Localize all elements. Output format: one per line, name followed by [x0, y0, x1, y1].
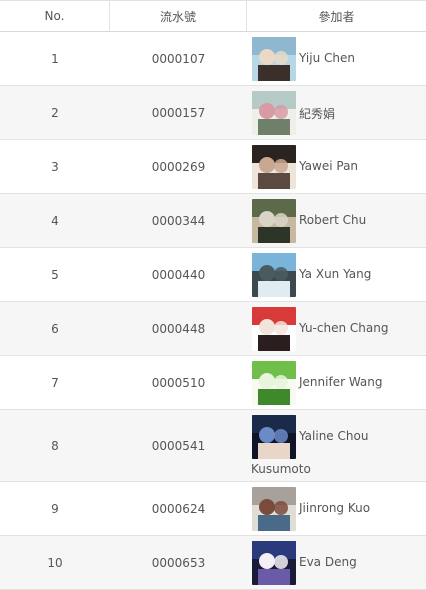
table-row: 7 0000510 Jennifer Wang [0, 356, 426, 410]
cell-serial: 0000344 [151, 213, 206, 228]
cell-serial: 0000624 [151, 501, 206, 516]
cell-no: 5 [51, 267, 59, 282]
avatar-temple-gate-icon[interactable] [252, 487, 296, 531]
cell-participant: Jennifer Wang [247, 356, 426, 409]
participant-name[interactable]: Robert Chu [299, 213, 366, 227]
table-row: 1 0000107 Yiju Chen [0, 32, 426, 86]
table-header: No. 流水號 參加者 [0, 1, 426, 32]
table-row: 10 0000653 Eva Deng [0, 536, 426, 590]
participant-name[interactable]: 紀秀娟 [299, 105, 335, 122]
avatar-sculpture-sky-icon[interactable] [252, 253, 296, 297]
participant-name[interactable]: Yawei Pan [299, 159, 358, 173]
participant-name[interactable]: Ya Xun Yang [299, 267, 371, 281]
cell-serial: 0000157 [151, 105, 206, 120]
table-row: 9 0000624 Jiinrong Kuo [0, 482, 426, 536]
cell-no: 9 [51, 501, 59, 516]
cell-no: 4 [51, 213, 59, 228]
cell-serial: 0000653 [151, 555, 206, 570]
participant-name[interactable]: Eva Deng [299, 555, 357, 569]
table-row: 6 0000448 Yu-chen Chang [0, 302, 426, 356]
cell-no: 10 [47, 555, 63, 570]
cell-no: 2 [51, 105, 59, 120]
avatar-red-dress-smile-icon[interactable] [252, 307, 296, 351]
avatar-wedding-couple-icon[interactable] [252, 541, 296, 585]
cell-participant: Eva Deng [247, 536, 426, 589]
participant-name[interactable]: Jennifer Wang [299, 375, 383, 389]
cell-participant: Robert Chu [247, 194, 426, 247]
table-row: 4 0000344 Robert Chu [0, 194, 426, 248]
participant-name[interactable]: Jiinrong Kuo [299, 501, 370, 515]
header-participant[interactable]: 參加者 [247, 1, 426, 31]
participant-name-continued[interactable]: Kusumoto [251, 462, 311, 476]
cell-participant: Yaline Chou Kusumoto [247, 410, 426, 481]
table-body: 1 0000107 Yiju Chen 2 0000157 紀秀娟 3 0000269 Yawe… [0, 32, 426, 590]
cell-participant: Jiinrong Kuo [247, 482, 426, 535]
cell-serial: 0000269 [151, 159, 206, 174]
cell-no: 3 [51, 159, 59, 174]
cell-participant: Yu-chen Chang [247, 302, 426, 355]
cell-participant: 紀秀娟 [247, 86, 426, 139]
avatar-outdoor-trees-icon[interactable] [252, 199, 296, 243]
cell-no: 6 [51, 321, 59, 336]
table-row: 5 0000440 Ya Xun Yang [0, 248, 426, 302]
table-row: 8 0000541 Yaline Chou Kusumoto [0, 410, 426, 482]
avatar-couple-selfie-icon[interactable] [252, 37, 296, 81]
participant-name[interactable]: Yu-chen Chang [299, 321, 388, 335]
avatar-couple-night-icon[interactable] [252, 415, 296, 459]
table-row: 2 0000157 紀秀娟 [0, 86, 426, 140]
participant-name[interactable]: Yaline Chou [299, 429, 368, 443]
cell-participant: Yiju Chen [247, 32, 426, 85]
participant-name[interactable]: Yiju Chen [299, 51, 355, 65]
cell-no: 7 [51, 375, 59, 390]
avatar-green-flowers-icon[interactable] [252, 361, 296, 405]
avatar-portrait-dark-hair-icon[interactable] [252, 145, 296, 189]
avatar-flowers-balcony-icon[interactable] [252, 91, 296, 135]
participants-table: No. 流水號 參加者 1 0000107 Yiju Chen 2 0000157 紀秀娟… [0, 0, 426, 590]
cell-no: 8 [51, 438, 59, 453]
cell-serial: 0000448 [151, 321, 206, 336]
cell-participant: Yawei Pan [247, 140, 426, 193]
cell-serial: 0000440 [151, 267, 206, 282]
cell-participant: Ya Xun Yang [247, 248, 426, 301]
header-serial[interactable]: 流水號 [110, 1, 247, 31]
table-row: 3 0000269 Yawei Pan [0, 140, 426, 194]
cell-serial: 0000510 [151, 375, 206, 390]
cell-serial: 0000541 [151, 438, 206, 453]
header-no[interactable]: No. [0, 1, 110, 31]
cell-no: 1 [51, 51, 59, 66]
cell-serial: 0000107 [151, 51, 206, 66]
